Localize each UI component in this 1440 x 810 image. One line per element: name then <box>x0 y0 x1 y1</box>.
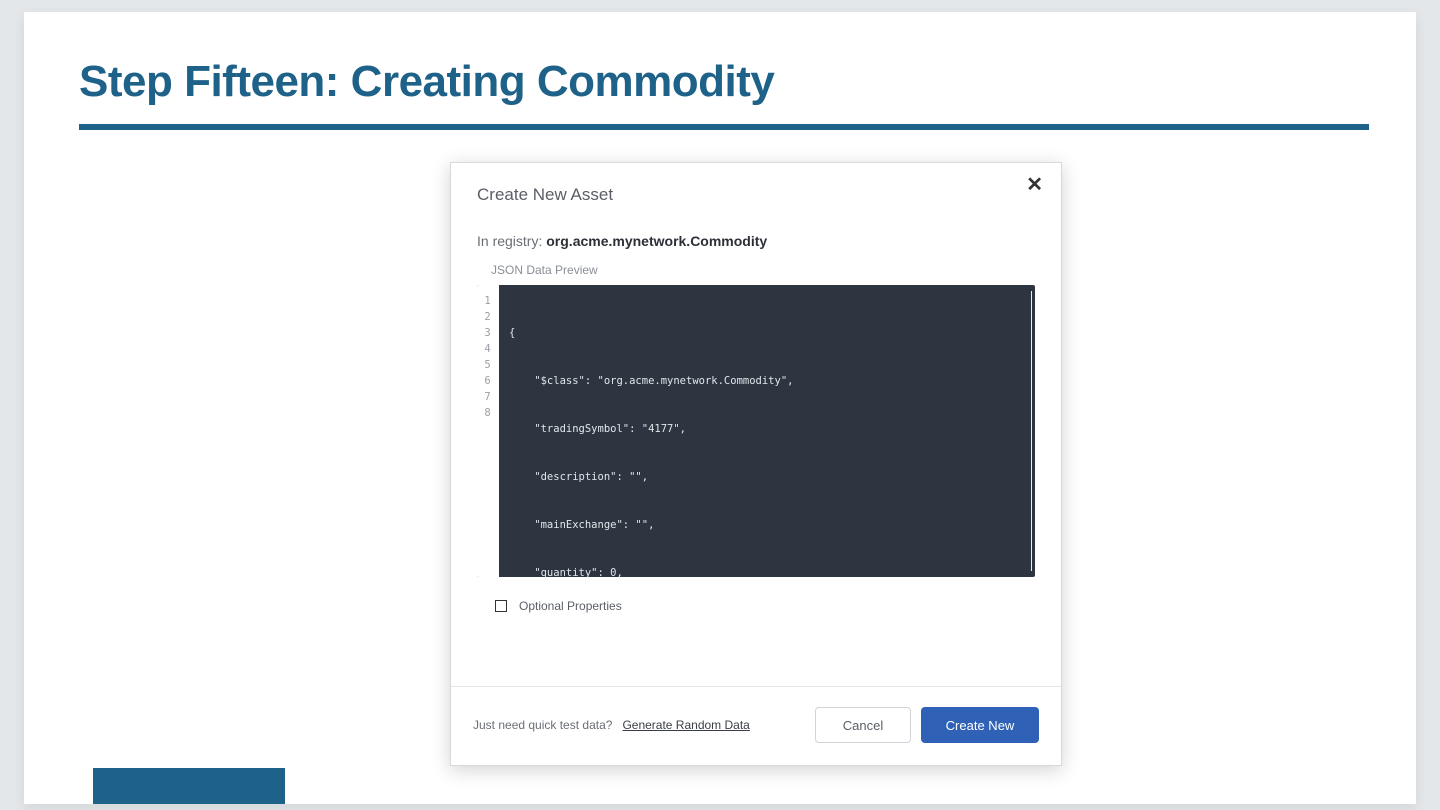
modal-footer: Just need quick test data? Generate Rand… <box>451 686 1061 765</box>
cancel-button[interactable]: Cancel <box>815 707 911 743</box>
code-line: "mainExchange": "", <box>509 517 1029 533</box>
code-line: "description": "", <box>509 469 1029 485</box>
optional-properties-checkbox[interactable] <box>495 600 507 612</box>
modal-header: Create New Asset <box>451 163 1061 211</box>
json-code-editor[interactable]: 1 2 3 4 5 6 7 8 { "$class": "org.acme.my… <box>477 285 1035 577</box>
optional-properties-row: Optional Properties <box>451 577 1061 613</box>
optional-properties-label: Optional Properties <box>519 599 622 613</box>
code-line: "quantity": 0, <box>509 565 1029 577</box>
code-content[interactable]: { "$class": "org.acme.mynetwork.Commodit… <box>499 285 1035 577</box>
line-number: 4 <box>481 341 494 357</box>
slide-title: Step Fifteen: Creating Commodity <box>79 57 774 107</box>
generate-random-data-link[interactable]: Generate Random Data <box>622 718 749 732</box>
title-underline <box>79 124 1369 130</box>
create-asset-modal: ✕ Create New Asset In registry: org.acme… <box>450 162 1062 766</box>
line-number: 2 <box>481 309 494 325</box>
create-new-button[interactable]: Create New <box>921 707 1039 743</box>
line-number: 3 <box>481 325 494 341</box>
slide-card: Step Fifteen: Creating Commodity ✕ Creat… <box>24 12 1416 804</box>
line-number: 8 <box>481 405 494 421</box>
line-number: 6 <box>481 373 494 389</box>
code-gutter: 1 2 3 4 5 6 7 8 <box>477 285 499 577</box>
code-scroll-indicator <box>1031 291 1032 571</box>
registry-line: In registry: org.acme.mynetwork.Commodit… <box>451 211 1061 253</box>
code-line: "tradingSymbol": "4177", <box>509 421 1029 437</box>
line-number: 1 <box>481 293 494 309</box>
line-number: 5 <box>481 357 494 373</box>
modal-title: Create New Asset <box>477 185 1035 205</box>
footer-help-text: Just need quick test data? <box>473 718 612 732</box>
code-line: { <box>509 325 1029 341</box>
registry-name: org.acme.mynetwork.Commodity <box>546 233 767 249</box>
json-preview-label: JSON Data Preview <box>451 253 1061 285</box>
code-line: "$class": "org.acme.mynetwork.Commodity"… <box>509 373 1029 389</box>
line-number: 7 <box>481 389 494 405</box>
slide-accent-block <box>93 768 285 804</box>
close-icon[interactable]: ✕ <box>1022 171 1047 199</box>
registry-prefix: In registry: <box>477 233 546 249</box>
